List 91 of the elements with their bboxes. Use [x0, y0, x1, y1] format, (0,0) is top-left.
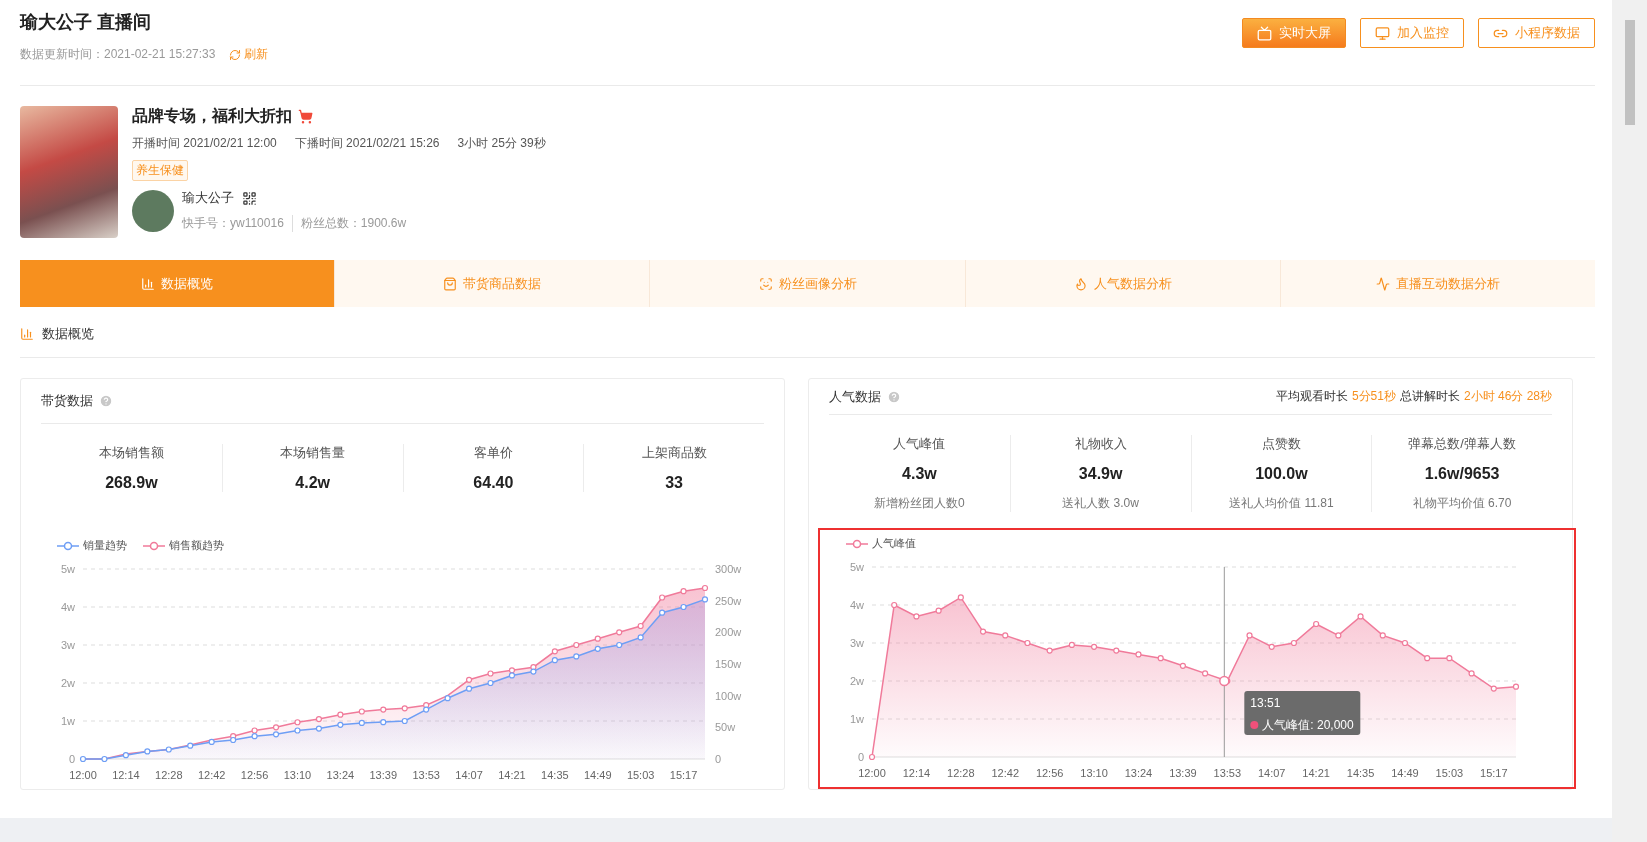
page-title: 瑜大公子 直播间 — [20, 11, 152, 34]
axis-label: 14:21 — [498, 769, 526, 781]
axis-label: 250w — [715, 594, 742, 607]
axis-label: 14:07 — [455, 769, 483, 781]
axis-label: 14:49 — [1391, 767, 1419, 779]
legend-label: 销量趋势 — [83, 538, 127, 553]
axis-label: 15:17 — [669, 769, 698, 781]
stat-value: 34.9w — [1078, 465, 1123, 483]
axis-label: 13:39 — [369, 769, 398, 781]
stat-value: 4.3w — [902, 465, 937, 483]
axis-label: 150w — [715, 658, 742, 670]
axis-label: 300w — [715, 563, 742, 575]
axis-label: 12:14 — [112, 769, 140, 781]
stat-label: 客单价 — [473, 444, 513, 462]
card-title: 带货数据 — [41, 392, 93, 410]
start-time: 开播时间 2021/02/21 12:00 — [132, 135, 277, 152]
axis-label: 5w — [849, 561, 864, 573]
axis-label: 2w — [60, 677, 75, 689]
axis-label: 4w — [849, 599, 864, 611]
stat-value: 268.9w — [105, 474, 158, 492]
stat-label: 点赞数 — [1261, 435, 1301, 453]
summary-label: 平均观看时长 — [1275, 388, 1348, 405]
axis-label: 0 — [715, 753, 722, 765]
axis-label: 5w — [60, 563, 75, 575]
anchor-name: 瑜大公子 — [182, 189, 234, 207]
axis-label: 14:21 — [1302, 767, 1330, 779]
axis-label: 12:28 — [947, 767, 975, 779]
axis-label: 0 — [857, 751, 864, 763]
axis-label: 1w — [849, 713, 864, 725]
axis-label: 15:03 — [1435, 767, 1464, 779]
axis-label: 13:24 — [326, 769, 355, 781]
fans-count: 粉丝总数：1900.6w — [300, 215, 407, 232]
stat-label: 弹幕总数/弹幕人数 — [1408, 435, 1516, 453]
stat-label: 上架商品数 — [641, 444, 707, 462]
stat-value: 1.6w/9653 — [1424, 465, 1500, 483]
axis-label: 13:10 — [283, 769, 312, 781]
stat-value: 33 — [665, 474, 683, 492]
axis-label: 13:53 — [1213, 767, 1242, 779]
axis-label: 0 — [68, 753, 75, 765]
axis-label: 13:24 — [1124, 767, 1153, 779]
axis-label: 15:03 — [626, 769, 655, 781]
axis-label: 50w — [715, 721, 736, 734]
axis-label: 12:56 — [1035, 767, 1064, 779]
axis-label: 14:07 — [1257, 767, 1286, 779]
stat-note: 送礼人均价值 11.81 — [1229, 495, 1334, 512]
update-time: 数据更新时间：2021-02-21 15:27:33 — [20, 46, 216, 63]
stat-note: 送礼人数 3.0w — [1062, 495, 1139, 512]
summary-value: 5分51秒 — [1351, 388, 1396, 405]
stat-label: 人气峰值 — [893, 435, 946, 453]
axis-label: 15:17 — [1480, 767, 1508, 779]
axis-label: 14:35 — [1346, 767, 1375, 779]
stat-label: 本场销售量 — [280, 444, 346, 462]
axis-label: 12:56 — [240, 769, 269, 781]
stat-value: 64.40 — [473, 474, 514, 492]
stat-value: 4.2w — [295, 474, 330, 492]
axis-label: 13:10 — [1080, 767, 1108, 779]
legend-label: 销售额趋势 — [169, 538, 224, 553]
summary-label: 总讲解时长 — [1399, 388, 1460, 405]
axis-label: 4w — [60, 601, 75, 613]
legend-label: 人气峰值 — [872, 536, 916, 551]
live-title: 品牌专场，福利大折扣 — [132, 106, 292, 126]
summary-value: 2小时 46分 28秒 — [1463, 388, 1552, 405]
stat-note: 新增粉丝团人数0 — [874, 495, 965, 512]
axis-label: 12:42 — [991, 767, 1019, 779]
axis-label: 13:53 — [412, 769, 440, 781]
tooltip-value: 人气峰值: 20,000 — [1262, 718, 1354, 732]
axis-label: 12:00 — [858, 767, 886, 779]
category-tag: 养生保健 — [132, 160, 188, 181]
stat-value: 100.0w — [1255, 465, 1308, 483]
axis-label: 12:14 — [902, 767, 931, 779]
axis-label: 2w — [849, 675, 864, 687]
tooltip-time: 13:51 — [1250, 696, 1281, 710]
axis-label: 14:35 — [541, 769, 569, 781]
duration: 3小时 25分 39秒 — [457, 135, 546, 152]
stat-label: 本场销售额 — [98, 444, 164, 462]
axis-label: 13:39 — [1169, 767, 1197, 779]
axis-label: 12:00 — [69, 769, 97, 781]
account-id: 快手号：yw110016 — [182, 215, 284, 232]
axis-label: 200w — [715, 626, 742, 639]
axis-label: 1w — [60, 715, 75, 727]
stat-label: 礼物收入 — [1074, 435, 1127, 453]
axis-label: 12:42 — [197, 769, 226, 781]
axis-label: 3w — [60, 639, 75, 651]
end-time: 下播时间 2021/02/21 15:26 — [294, 135, 440, 152]
axis-label: 3w — [849, 637, 864, 649]
card-title: 人气数据 — [829, 387, 881, 406]
axis-label: 100w — [715, 689, 742, 702]
axis-label: 12:28 — [155, 769, 183, 781]
axis-label: 14:49 — [584, 769, 612, 781]
section-title: 数据概览 — [42, 325, 94, 343]
stat-note: 礼物平均价值 6.70 — [1412, 495, 1512, 512]
